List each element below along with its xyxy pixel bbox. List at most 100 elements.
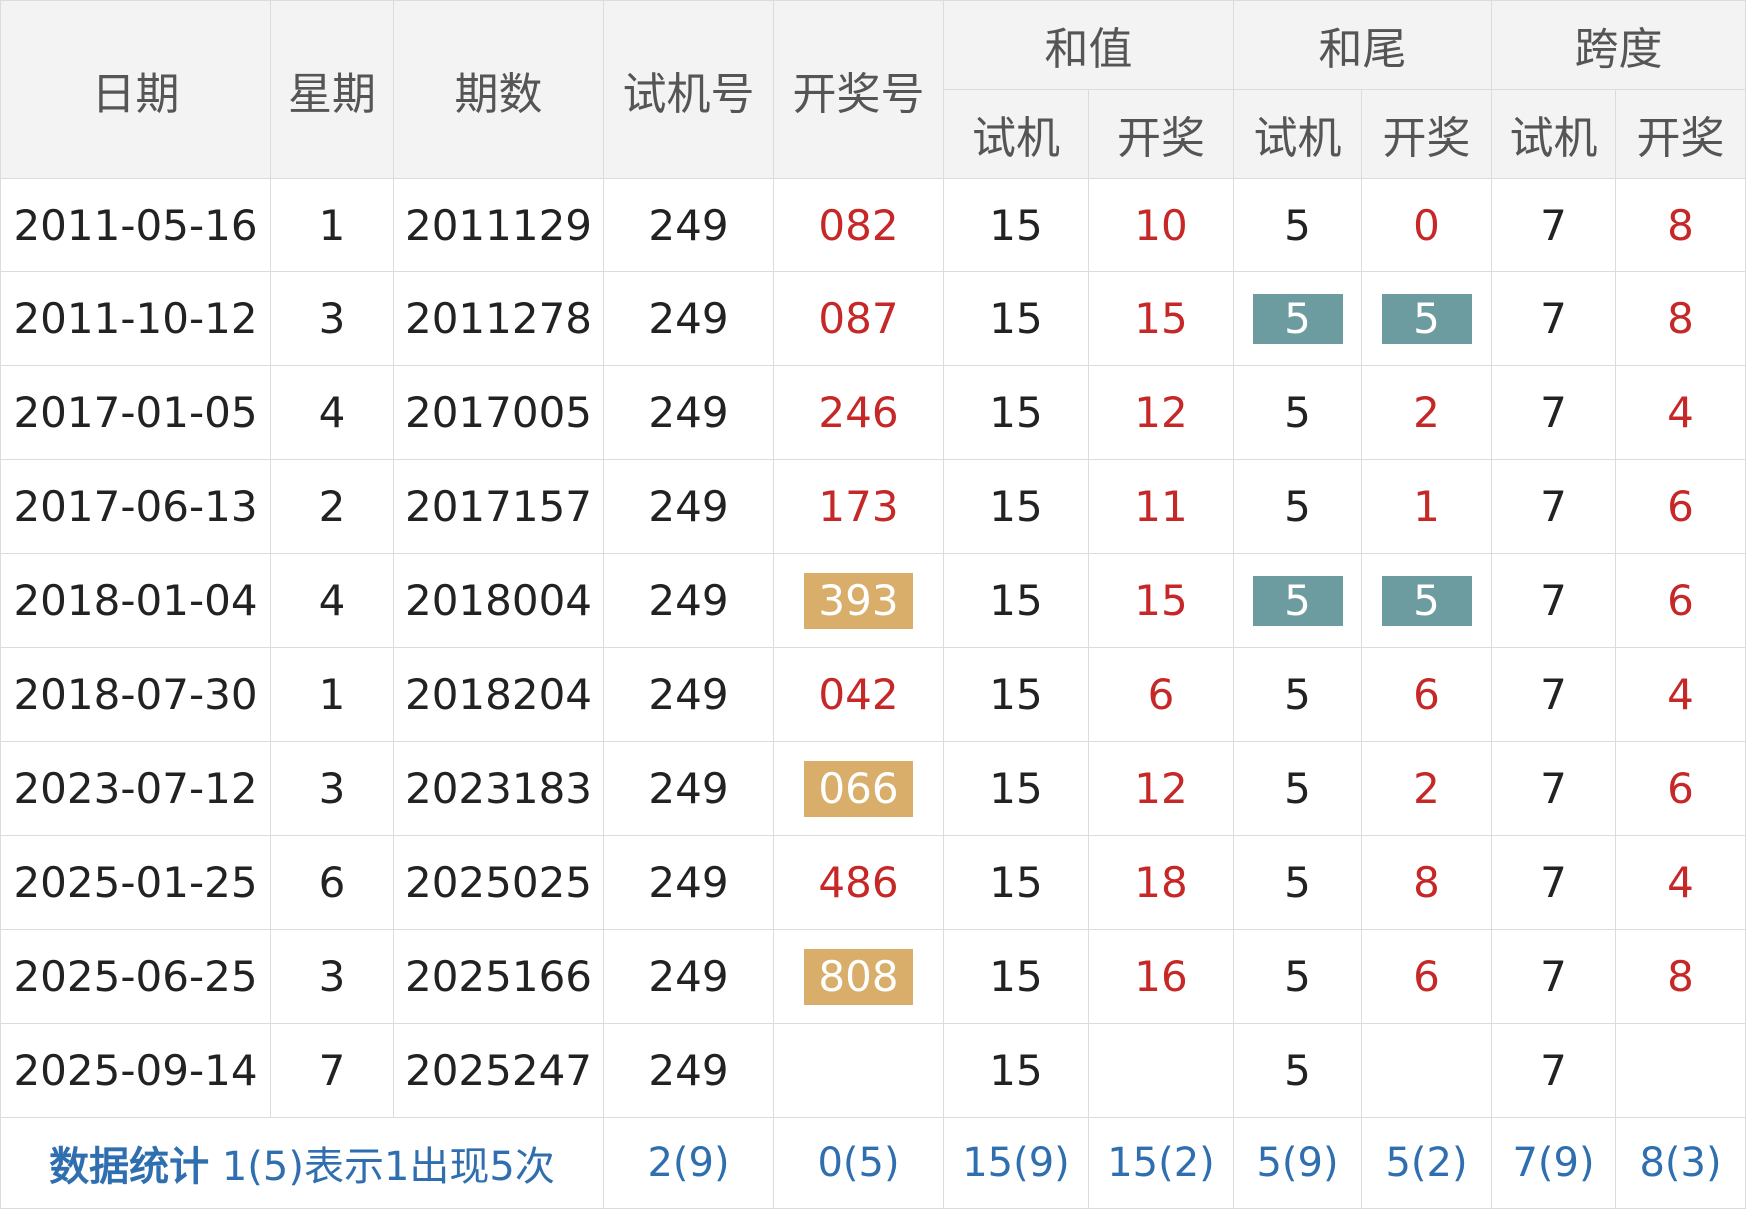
cell-sum-draw: 12 bbox=[1088, 365, 1234, 460]
cell-span-draw: 6 bbox=[1615, 741, 1746, 836]
matched-tail-badge: 5 bbox=[1252, 575, 1343, 626]
cell-trial: 249 bbox=[603, 459, 774, 554]
cell-span-trial: 7 bbox=[1491, 929, 1616, 1024]
cell-trial: 249 bbox=[603, 271, 774, 366]
table-header: 日期 星期 期数 试机号 开奖号 和值 和尾 跨度 试机 开奖 试机 开奖 试机… bbox=[0, 0, 1746, 179]
cell-issue: 2018004 bbox=[393, 553, 604, 648]
table-row: 2011-10-12 3 2011278 249 087 15 15 5 5 7… bbox=[0, 271, 1746, 366]
cell-trial: 249 bbox=[603, 178, 774, 272]
cell-tail-draw: 6 bbox=[1361, 647, 1492, 742]
cell-tail-draw: 1 bbox=[1361, 459, 1492, 554]
cell-weekday: 1 bbox=[270, 178, 394, 272]
cell-trial: 249 bbox=[603, 365, 774, 460]
cell-tail-draw: 5 bbox=[1361, 271, 1492, 366]
cell-date: 2017-06-13 bbox=[0, 459, 271, 554]
cell-date: 2025-09-14 bbox=[0, 1023, 271, 1118]
cell-trial: 249 bbox=[603, 741, 774, 836]
subheader-sum-draw: 开奖 bbox=[1088, 89, 1234, 179]
cell-draw: 042 bbox=[773, 647, 944, 742]
cell-sum-draw: 15 bbox=[1088, 271, 1234, 366]
cell-span-draw: 8 bbox=[1615, 929, 1746, 1024]
stats-sum-trial: 15(9) bbox=[943, 1117, 1089, 1209]
cell-tail-draw: 6 bbox=[1361, 929, 1492, 1024]
trial-number-history-table: 日期 星期 期数 试机号 开奖号 和值 和尾 跨度 试机 开奖 试机 开奖 试机… bbox=[0, 0, 1746, 1209]
group-header-tail: 和尾 bbox=[1233, 0, 1492, 90]
cell-date: 2025-01-25 bbox=[0, 835, 271, 930]
cell-draw: 082 bbox=[773, 178, 944, 272]
table-body: 2011-05-16 1 2011129 249 082 15 10 5 0 7… bbox=[0, 178, 1746, 1118]
table-row: 2017-01-05 4 2017005 249 246 15 12 5 2 7… bbox=[0, 365, 1746, 460]
subheader-tail-trial: 试机 bbox=[1233, 89, 1362, 179]
cell-tail-trial: 5 bbox=[1233, 1023, 1362, 1118]
cell-span-draw: 6 bbox=[1615, 459, 1746, 554]
cell-sum-trial: 15 bbox=[943, 178, 1089, 272]
cell-span-trial: 7 bbox=[1491, 178, 1616, 272]
cell-span-trial: 7 bbox=[1491, 835, 1616, 930]
cell-tail-draw: 2 bbox=[1361, 365, 1492, 460]
cell-sum-draw: 18 bbox=[1088, 835, 1234, 930]
stats-label: 数据统计 bbox=[49, 1144, 210, 1190]
cell-weekday: 2 bbox=[270, 459, 394, 554]
cell-tail-draw: 0 bbox=[1361, 178, 1492, 272]
table-row: 2023-07-12 3 2023183 249 066 15 12 5 2 7… bbox=[0, 741, 1746, 836]
col-header-date: 日期 bbox=[0, 0, 271, 179]
stats-span-draw: 8(3) bbox=[1615, 1117, 1746, 1209]
cell-draw: 393 bbox=[773, 553, 944, 648]
cell-weekday: 7 bbox=[270, 1023, 394, 1118]
cell-sum-trial: 15 bbox=[943, 459, 1089, 554]
col-header-issue: 期数 bbox=[393, 0, 604, 179]
table-row: 2025-06-25 3 2025166 249 808 15 16 5 6 7… bbox=[0, 929, 1746, 1024]
cell-date: 2011-05-16 bbox=[0, 178, 271, 272]
cell-sum-trial: 15 bbox=[943, 929, 1089, 1024]
cell-sum-trial: 15 bbox=[943, 741, 1089, 836]
cell-tail-trial: 5 bbox=[1233, 459, 1362, 554]
cell-sum-draw: 10 bbox=[1088, 178, 1234, 272]
cell-tail-trial: 5 bbox=[1233, 741, 1362, 836]
cell-sum-draw: 6 bbox=[1088, 647, 1234, 742]
cell-trial: 249 bbox=[603, 929, 774, 1024]
cell-draw bbox=[773, 1023, 944, 1118]
matched-tail-badge: 5 bbox=[1252, 293, 1343, 344]
cell-sum-draw: 11 bbox=[1088, 459, 1234, 554]
cell-span-draw bbox=[1615, 1023, 1746, 1118]
cell-sum-trial: 15 bbox=[943, 835, 1089, 930]
cell-sum-trial: 15 bbox=[943, 647, 1089, 742]
stats-span-trial: 7(9) bbox=[1491, 1117, 1616, 1209]
subheader-span-trial: 试机 bbox=[1491, 89, 1616, 179]
cell-trial: 249 bbox=[603, 647, 774, 742]
cell-issue: 2023183 bbox=[393, 741, 604, 836]
cell-draw: 087 bbox=[773, 271, 944, 366]
cell-tail-trial: 5 bbox=[1233, 929, 1362, 1024]
cell-span-trial: 7 bbox=[1491, 459, 1616, 554]
table-row: 2025-01-25 6 2025025 249 486 15 18 5 8 7… bbox=[0, 835, 1746, 930]
cell-weekday: 3 bbox=[270, 929, 394, 1024]
cell-date: 2018-07-30 bbox=[0, 647, 271, 742]
repeat-draw-badge: 066 bbox=[804, 760, 913, 817]
cell-span-draw: 4 bbox=[1615, 835, 1746, 930]
subheader-span-draw: 开奖 bbox=[1615, 89, 1746, 179]
cell-span-draw: 8 bbox=[1615, 178, 1746, 272]
cell-sum-draw: 16 bbox=[1088, 929, 1234, 1024]
cell-date: 2011-10-12 bbox=[0, 271, 271, 366]
cell-date: 2018-01-04 bbox=[0, 553, 271, 648]
cell-tail-draw: 8 bbox=[1361, 835, 1492, 930]
cell-draw: 246 bbox=[773, 365, 944, 460]
cell-span-draw: 4 bbox=[1615, 365, 1746, 460]
stats-tail-trial: 5(9) bbox=[1233, 1117, 1362, 1209]
cell-draw: 066 bbox=[773, 741, 944, 836]
cell-weekday: 3 bbox=[270, 741, 394, 836]
matched-tail-badge: 5 bbox=[1381, 575, 1472, 626]
cell-sum-draw: 12 bbox=[1088, 741, 1234, 836]
repeat-draw-badge: 393 bbox=[804, 572, 913, 629]
cell-span-trial: 7 bbox=[1491, 553, 1616, 648]
cell-tail-trial: 5 bbox=[1233, 553, 1362, 648]
repeat-draw-badge: 808 bbox=[804, 948, 913, 1005]
stats-draw: 0(5) bbox=[773, 1117, 944, 1209]
table-row: 2017-06-13 2 2017157 249 173 15 11 5 1 7… bbox=[0, 459, 1746, 554]
cell-date: 2017-01-05 bbox=[0, 365, 271, 460]
cell-issue: 2025025 bbox=[393, 835, 604, 930]
stats-trial: 2(9) bbox=[603, 1117, 774, 1209]
cell-tail-trial: 5 bbox=[1233, 835, 1362, 930]
cell-issue: 2011129 bbox=[393, 178, 604, 272]
cell-weekday: 6 bbox=[270, 835, 394, 930]
